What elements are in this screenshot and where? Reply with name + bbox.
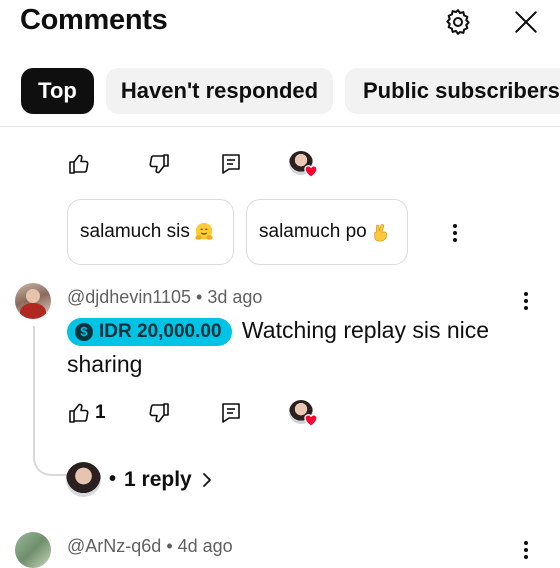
creator-heart-icon[interactable] bbox=[289, 400, 321, 428]
reply-icon[interactable] bbox=[218, 151, 244, 177]
reply-icon[interactable] bbox=[218, 400, 244, 426]
hugging-face-icon bbox=[195, 222, 213, 240]
more-options-icon[interactable] bbox=[443, 218, 467, 248]
suggested-reply-1[interactable]: salamuch sis bbox=[67, 199, 234, 265]
meta-separator: • bbox=[196, 287, 208, 307]
replies-toggle[interactable]: • 1 reply bbox=[66, 462, 214, 497]
gear-icon[interactable] bbox=[441, 5, 475, 39]
replies-dot: • bbox=[109, 468, 117, 490]
avatar[interactable] bbox=[15, 532, 51, 568]
comment-body: $ IDR 20,000.00 Watching replay sis nice… bbox=[67, 313, 537, 381]
divider bbox=[0, 126, 560, 127]
close-icon[interactable] bbox=[509, 5, 543, 39]
chevron-right-icon bbox=[202, 472, 211, 487]
dollar-icon: $ bbox=[75, 323, 93, 341]
avatar bbox=[66, 462, 101, 497]
meta-separator: • bbox=[166, 536, 178, 556]
filter-chip-public-subscribers[interactable]: Public subscribers bbox=[345, 68, 560, 114]
crossed-fingers-icon bbox=[373, 224, 387, 242]
heart-icon bbox=[304, 414, 318, 427]
super-thanks-badge: $ IDR 20,000.00 bbox=[67, 318, 232, 346]
heart-icon bbox=[304, 165, 318, 178]
creator-heart-icon[interactable] bbox=[289, 151, 321, 179]
comment-more-options-icon[interactable] bbox=[514, 535, 538, 565]
comment-time: 3d ago bbox=[207, 287, 263, 307]
suggested-reply-label: salamuch po bbox=[259, 221, 367, 242]
suggested-reply-2[interactable]: salamuch po bbox=[246, 199, 408, 265]
replies-count: 1 reply bbox=[124, 467, 192, 491]
comment-author[interactable]: @djdhevin1105 bbox=[67, 287, 191, 307]
page-title: Comments bbox=[20, 4, 168, 36]
comment-time: 4d ago bbox=[177, 536, 233, 556]
like-icon[interactable] bbox=[66, 151, 92, 177]
like-count: 1 bbox=[95, 402, 106, 423]
comment-meta: @djdhevin1105 • 3d ago bbox=[67, 287, 262, 308]
suggested-reply-label: salamuch sis bbox=[80, 221, 190, 242]
filter-chip-top[interactable]: Top bbox=[21, 68, 94, 114]
comment-more-options-icon[interactable] bbox=[514, 286, 538, 316]
comment-author[interactable]: @ArNz-q6d bbox=[67, 536, 161, 556]
like-icon[interactable] bbox=[66, 400, 92, 426]
avatar[interactable] bbox=[15, 283, 51, 319]
dislike-icon[interactable] bbox=[146, 400, 172, 426]
tip-amount: IDR 20,000.00 bbox=[99, 321, 222, 342]
dislike-icon[interactable] bbox=[146, 151, 172, 177]
comment-meta: @ArNz-q6d • 4d ago bbox=[67, 536, 233, 557]
filter-chip-havent-responded[interactable]: Haven't responded bbox=[106, 68, 333, 114]
